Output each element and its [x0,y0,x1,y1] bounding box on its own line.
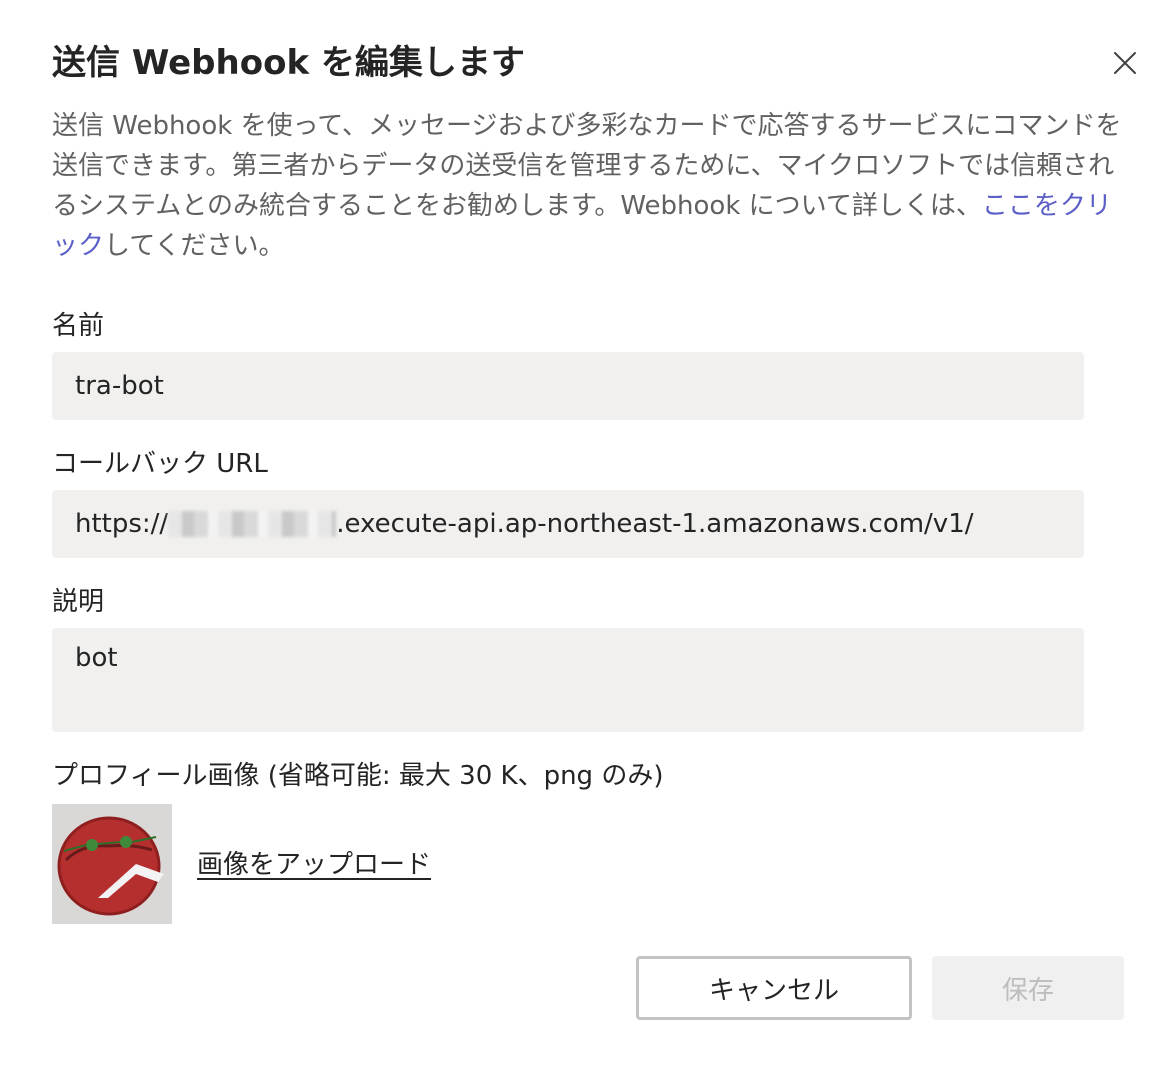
save-button[interactable]: 保存 [932,956,1124,1020]
cancel-button[interactable]: キャンセル [636,956,912,1020]
name-field[interactable]: tra-bot [52,352,1084,420]
upload-image-link[interactable]: 画像をアップロード [197,847,431,883]
dialog-title: 送信 Webhook を編集します [52,43,525,83]
callback-url-field[interactable]: https:// .execute-api.ap-northeast-1.amaz… [52,490,1084,558]
name-label: 名前 [52,311,105,341]
name-value: tra-bot [75,371,164,401]
dialog-description: 送信 Webhook を使って、メッセージおよび多彩なカードで応答するサービスに… [52,106,1126,266]
profile-image-label: プロフィール画像 (省略可能: 最大 30 K、png のみ) [52,761,664,791]
callback-url-prefix: https:// [75,509,169,539]
profile-avatar-image [52,804,172,924]
description-value: bot [75,643,118,673]
description-label: 説明 [52,587,105,617]
redacted-host [168,511,337,537]
description-field[interactable]: bot [52,628,1084,732]
close-icon [1114,52,1136,74]
description-text-end: してください。 [104,231,285,261]
callback-url-label: コールバック URL [52,449,268,479]
close-button[interactable] [1108,46,1142,80]
description-text: 送信 Webhook を使って、メッセージおよび多彩なカードで応答するサービスに… [52,111,1122,221]
edit-webhook-dialog: 送信 Webhook を編集します 送信 Webhook を使って、メッセージお… [0,0,1172,1066]
callback-url-suffix: .execute-api.ap-northeast-1.amazonaws.co… [336,509,974,539]
